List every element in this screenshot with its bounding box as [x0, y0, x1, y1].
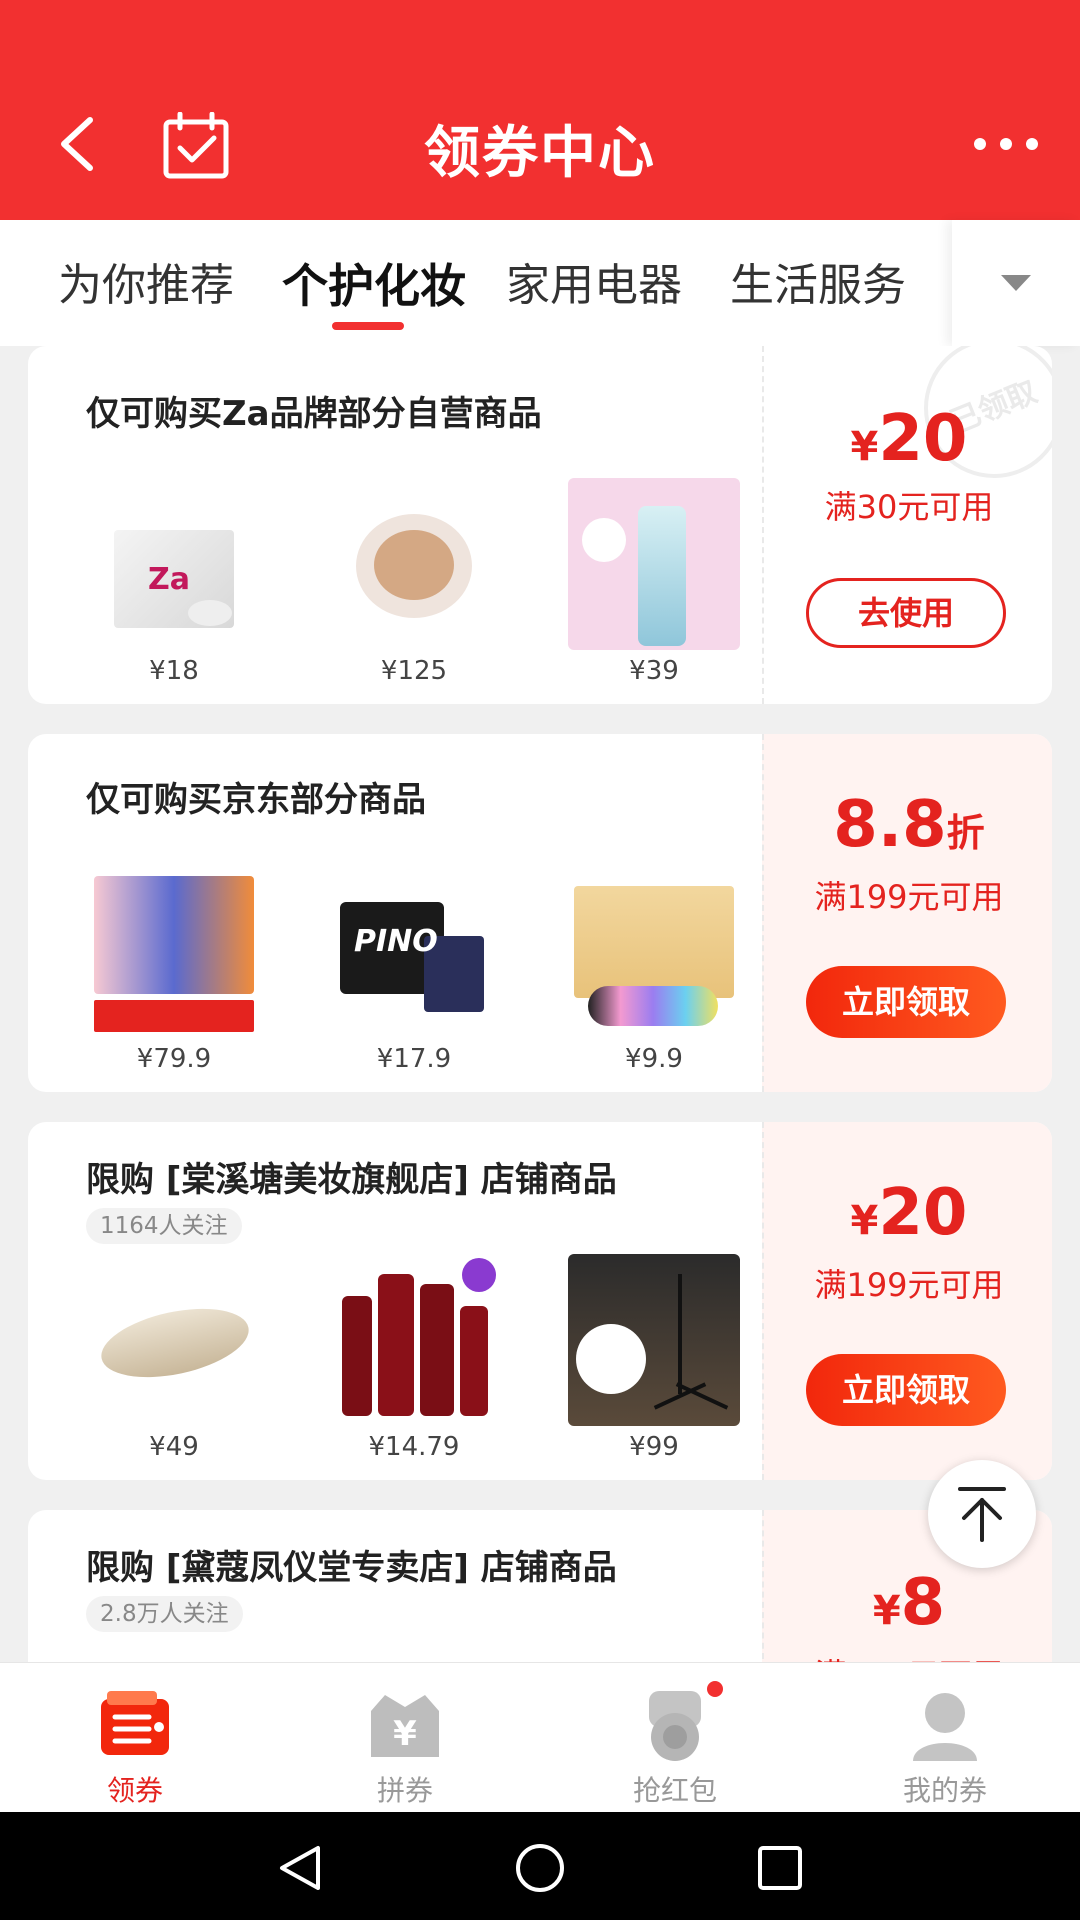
claim-coupon-button[interactable]: 立即领取 — [806, 1354, 1006, 1426]
amount-value: 20 — [878, 1176, 968, 1250]
more-icon[interactable] — [972, 130, 1040, 158]
tab-personal-care[interactable]: 个护化妆 — [282, 256, 466, 316]
amount-value: 8 — [900, 1566, 946, 1640]
follower-count: 1164人关注 — [86, 1208, 242, 1244]
product-item[interactable]: ¥39 — [564, 478, 744, 698]
coupon-condition: 满199元可用 — [814, 1266, 1004, 1304]
nav-red-packet[interactable]: 抢红包 — [540, 1663, 810, 1813]
product-price: ¥17.9 — [376, 1044, 452, 1074]
red-packet-mascot-icon — [635, 1681, 723, 1765]
product-list: ¥49 ¥14.79 ¥99 — [84, 1254, 744, 1474]
product-image — [88, 866, 260, 1038]
yen-crown-icon: ¥ — [365, 1685, 445, 1765]
tab-appliances[interactable]: 家用电器 — [506, 256, 682, 316]
product-image — [328, 1254, 500, 1426]
system-home-icon[interactable] — [514, 1842, 566, 1894]
coupon-title: 限购 [棠溪塘美妆旗舰店] 店铺商品 — [86, 1160, 617, 1200]
active-tab-indicator — [332, 322, 404, 330]
nav-my-coupons[interactable]: 我的券 — [810, 1663, 1080, 1813]
category-tabs: 为你推荐 个护化妆 家用电器 生活服务 — [0, 220, 1080, 346]
product-image: PINO — [328, 866, 500, 1038]
currency-symbol: ¥ — [850, 1198, 879, 1244]
product-price: ¥14.79 — [368, 1432, 460, 1462]
product-image: Za — [88, 478, 260, 650]
bottom-navigation: 领券 ¥ 拼券 抢红包 我的券 — [0, 1662, 1080, 1812]
nav-label: 抢红包 — [632, 1774, 717, 1807]
nav-label: 我的券 — [902, 1774, 987, 1807]
product-item[interactable]: ¥125 — [324, 478, 504, 698]
use-coupon-button[interactable]: 去使用 — [806, 578, 1006, 648]
page-title: 领券中心 — [424, 121, 656, 186]
claim-coupon-button[interactable]: 立即领取 — [806, 966, 1006, 1038]
coupon-info: 限购 [棠溪塘美妆旗舰店] 店铺商品 1164人关注 ¥49 ¥14.79 ¥9… — [28, 1122, 762, 1480]
coupon-card: 限购 [棠溪塘美妆旗舰店] 店铺商品 1164人关注 ¥49 ¥14.79 ¥9… — [28, 1122, 1052, 1480]
coupon-condition: 满30元可用 — [824, 488, 994, 526]
coupon-title: 仅可购买Za品牌部分自营商品 — [86, 394, 542, 434]
header-bar: 领券中心 — [0, 0, 1080, 220]
product-image — [328, 478, 500, 650]
follower-count: 2.8万人关注 — [86, 1596, 243, 1632]
coupon-info: 仅可购买京东部分商品 ¥79.9 PINO ¥17.9 ¥9.9 — [28, 734, 762, 1092]
coupon-amount: ¥20 — [764, 402, 1052, 476]
coupon-title: 限购 [黛蔻凤仪堂专卖店] 店铺商品 — [86, 1548, 617, 1588]
product-list: ¥79.9 PINO ¥17.9 ¥9.9 — [84, 866, 744, 1086]
product-item[interactable]: ¥99 — [564, 1254, 744, 1474]
currency-symbol: ¥ — [872, 1588, 901, 1634]
tab-life-services[interactable]: 生活服务 — [730, 256, 906, 316]
amount-value: 8.8 — [833, 788, 947, 862]
coupon-value-panel: 8.8折 满199元可用 立即领取 — [762, 734, 1052, 1092]
system-recents-icon[interactable] — [754, 1842, 806, 1894]
svg-text:¥: ¥ — [393, 1714, 417, 1754]
back-to-top-button[interactable] — [928, 1460, 1036, 1568]
amount-value: 20 — [878, 402, 968, 476]
product-price: ¥99 — [629, 1432, 679, 1462]
coupon-icon — [95, 1685, 175, 1765]
coupon-value-panel: 已领取 ¥20 满30元可用 去使用 — [762, 346, 1052, 704]
product-item[interactable]: PINO ¥17.9 — [324, 866, 504, 1086]
coupon-info: 仅可购买Za品牌部分自营商品 Za ¥18 ¥125 ¥39 — [28, 346, 762, 704]
system-navigation-bar — [0, 1812, 1080, 1920]
product-image — [568, 478, 740, 650]
product-image — [568, 1254, 740, 1426]
currency-symbol: ¥ — [850, 424, 879, 470]
coupon-amount: ¥8 — [764, 1566, 1052, 1640]
product-price: ¥9.9 — [625, 1044, 683, 1074]
nav-coupons[interactable]: 领券 — [0, 1663, 270, 1813]
system-back-icon[interactable] — [274, 1842, 326, 1894]
product-price: ¥39 — [629, 656, 679, 686]
nav-label: 领券 — [106, 1774, 163, 1807]
user-icon — [905, 1685, 985, 1765]
product-price: ¥18 — [149, 656, 199, 686]
product-item[interactable]: ¥49 — [84, 1254, 264, 1474]
product-list: Za ¥18 ¥125 ¥39 — [84, 478, 744, 698]
coupon-card: 仅可购买京东部分商品 ¥79.9 PINO ¥17.9 ¥9.9 8.8折 满1… — [28, 734, 1052, 1092]
coupon-card: 仅可购买Za品牌部分自营商品 Za ¥18 ¥125 ¥39 已领取 ¥20 满… — [28, 346, 1052, 704]
product-price: ¥79.9 — [136, 1044, 212, 1074]
product-image — [568, 866, 740, 1038]
product-item[interactable]: Za ¥18 — [84, 478, 264, 698]
coupon-value-panel: ¥20 满199元可用 立即领取 — [762, 1122, 1052, 1480]
product-item[interactable]: ¥9.9 — [564, 866, 744, 1086]
product-price: ¥49 — [149, 1432, 199, 1462]
product-price: ¥125 — [380, 656, 448, 686]
product-item[interactable]: ¥14.79 — [324, 1254, 504, 1474]
arrow-up-icon — [958, 1487, 1006, 1542]
coupon-amount: 8.8折 — [764, 788, 1052, 862]
product-item[interactable]: ¥79.9 — [84, 866, 264, 1086]
product-image — [88, 1254, 260, 1426]
tab-recommend[interactable]: 为你推荐 — [58, 256, 234, 316]
coupon-condition: 满199元可用 — [814, 878, 1004, 916]
coupon-title: 仅可购买京东部分商品 — [86, 780, 426, 820]
notification-dot — [707, 1681, 723, 1697]
coupon-amount: ¥20 — [764, 1176, 1052, 1250]
tab-dropdown-button[interactable] — [952, 220, 1080, 346]
chevron-down-icon — [1001, 275, 1031, 291]
nav-group-coupons[interactable]: ¥ 拼券 — [270, 1663, 540, 1813]
nav-label: 拼券 — [376, 1774, 433, 1807]
discount-unit: 折 — [946, 811, 985, 855]
